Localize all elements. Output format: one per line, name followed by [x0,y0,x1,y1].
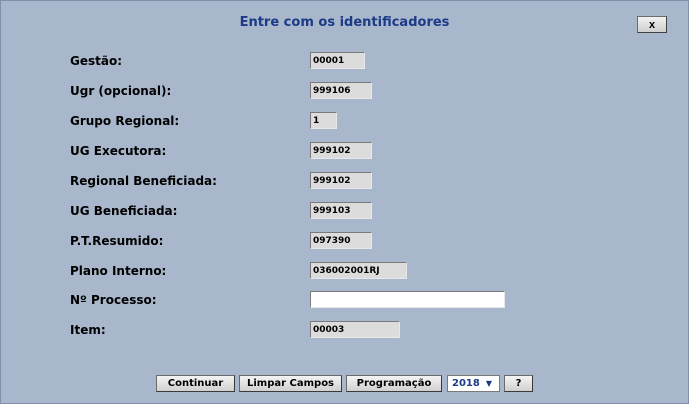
row-pt-resumido: P.T.Resumido: [1,232,688,250]
ug-beneficiada-field[interactable] [310,202,372,219]
help-button[interactable]: ? [504,375,533,392]
row-ugr: Ugr (opcional): [1,82,688,100]
numero-processo-field[interactable] [310,291,505,308]
year-select[interactable]: 2018 ▼ [447,375,500,392]
continue-button[interactable]: Continuar [156,375,235,392]
ugr-label: Ugr (opcional): [70,84,172,98]
ugr-field[interactable] [310,82,372,99]
row-numero-processo: Nº Processo: [1,291,688,309]
dialog-title: Entre com os identificadores [239,15,450,30]
gestao-field[interactable] [310,52,365,69]
row-item: Item: [1,321,688,339]
close-button[interactable]: x [637,16,667,33]
pt-resumido-field[interactable] [310,232,372,249]
row-plano-interno: Plano Interno: [1,262,688,280]
ug-beneficiada-label: UG Beneficiada: [70,204,178,218]
grupo-regional-label: Grupo Regional: [70,114,180,128]
row-grupo-regional: Grupo Regional: [1,112,688,130]
ug-executora-field[interactable] [310,142,372,159]
plano-interno-field[interactable] [310,262,407,279]
year-value: 2018 [452,378,480,389]
identifiers-dialog: Entre com os identificadores x Gestão: U… [0,0,689,404]
chevron-down-icon: ▼ [485,379,492,388]
action-bar: Continuar Limpar Campos Programação 2018… [1,375,688,393]
numero-processo-label: Nº Processo: [70,293,157,307]
ug-executora-label: UG Executora: [70,144,167,158]
item-field[interactable] [310,321,400,338]
item-label: Item: [70,323,106,337]
regional-beneficiada-field[interactable] [310,172,372,189]
grupo-regional-field[interactable] [310,112,337,129]
gestao-label: Gestão: [70,54,123,68]
clear-fields-button[interactable]: Limpar Campos [239,375,342,392]
schedule-button[interactable]: Programação [346,375,442,392]
row-gestao: Gestão: [1,52,688,70]
row-regional-beneficiada: Regional Beneficiada: [1,172,688,190]
row-ug-beneficiada: UG Beneficiada: [1,202,688,220]
row-ug-executora: UG Executora: [1,142,688,160]
regional-beneficiada-label: Regional Beneficiada: [70,174,217,188]
pt-resumido-label: P.T.Resumido: [70,234,164,248]
plano-interno-label: Plano Interno: [70,264,167,278]
